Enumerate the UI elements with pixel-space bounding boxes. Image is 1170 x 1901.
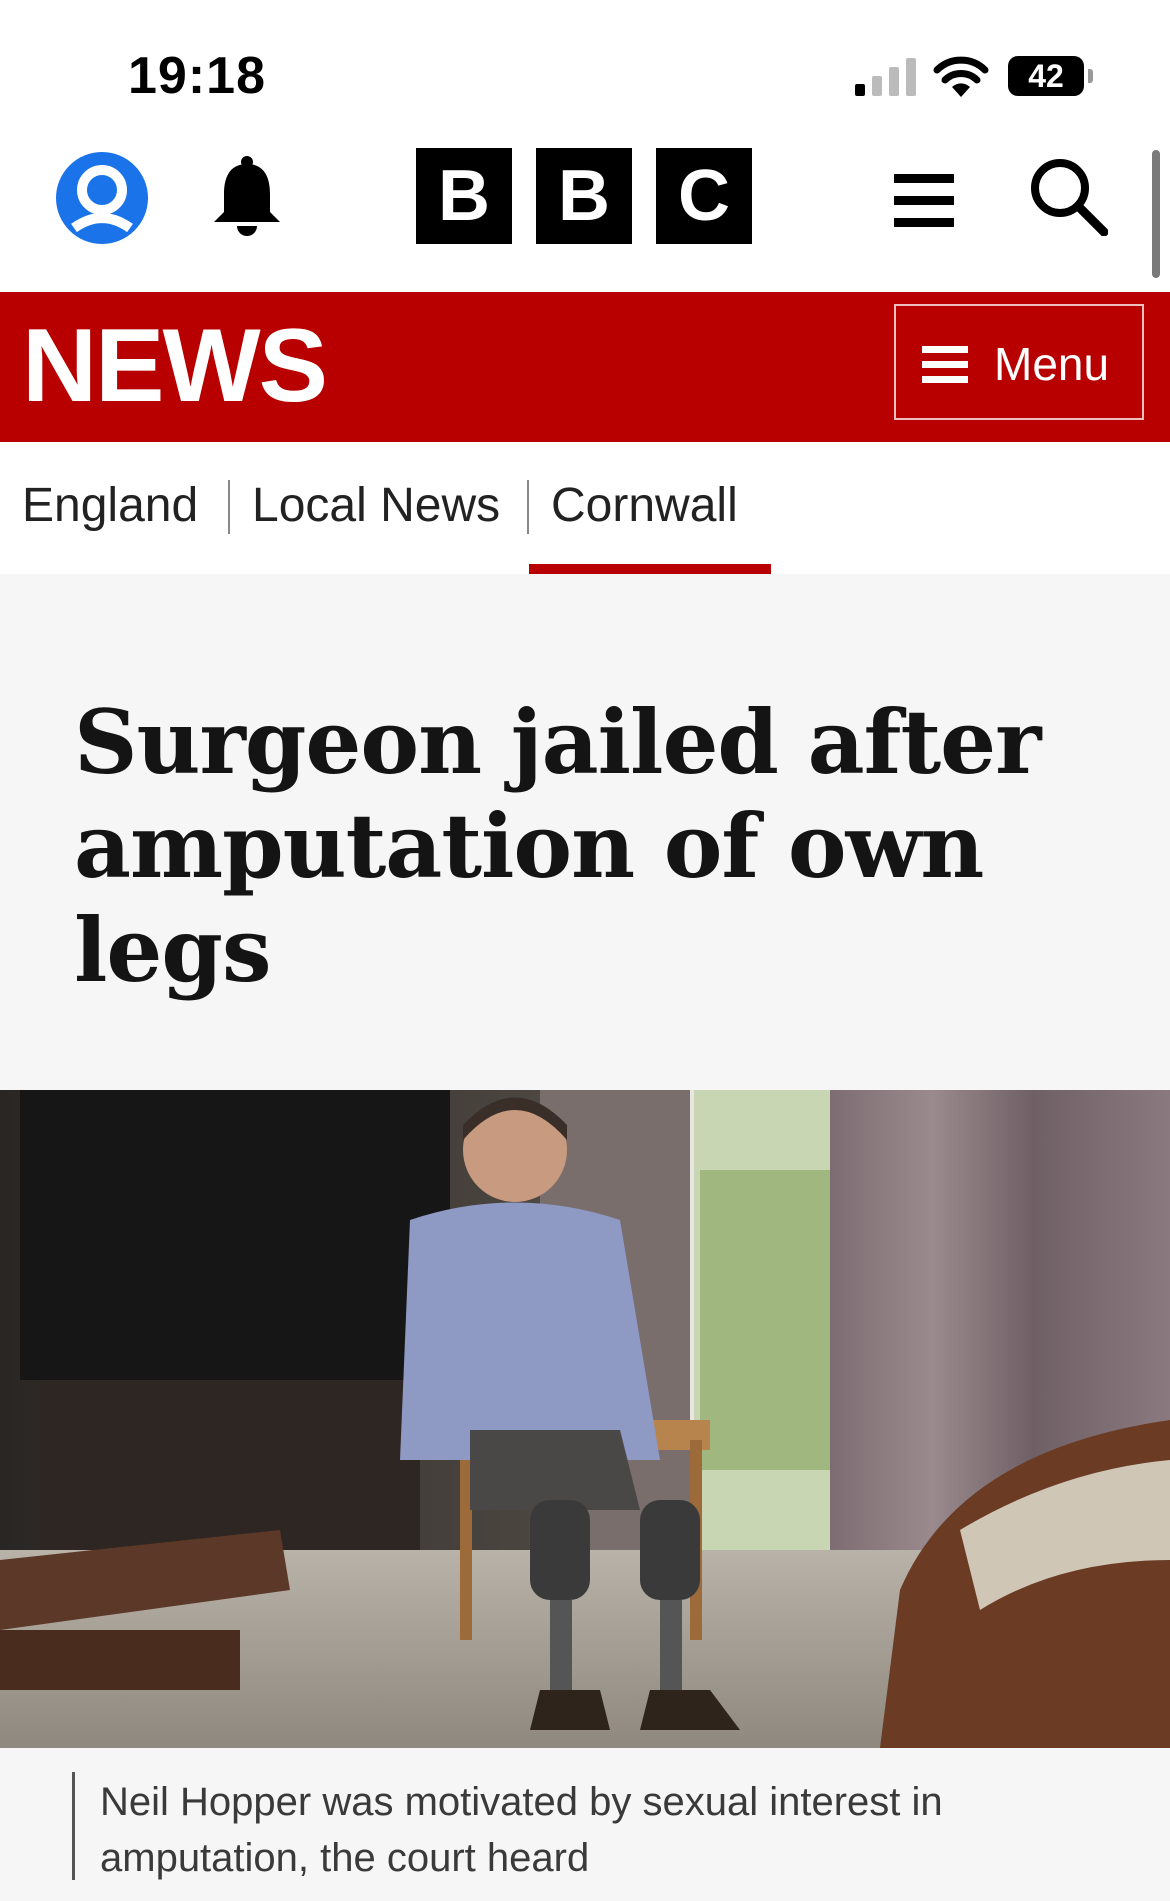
- status-bar: 19:18 42: [0, 0, 1170, 130]
- article-photo: [0, 1090, 1170, 1748]
- breadcrumb-item-cornwall[interactable]: Cornwall: [551, 476, 738, 536]
- article-hero-image: [0, 1090, 1170, 1748]
- news-title[interactable]: NEWS: [22, 314, 328, 418]
- wifi-icon: [933, 56, 989, 97]
- status-time: 19:18: [128, 47, 266, 105]
- bbc-logo[interactable]: B B C: [416, 148, 752, 244]
- breadcrumb-divider: [527, 480, 529, 534]
- cellular-signal-icon: [855, 58, 916, 96]
- active-tab-indicator: [529, 564, 771, 574]
- bbc-logo-letter: B: [536, 148, 632, 244]
- image-caption: Neil Hopper was motivated by sexual inte…: [100, 1780, 943, 1880]
- bbc-logo-letter: B: [416, 148, 512, 244]
- breadcrumb: England Local News Cornwall: [0, 442, 1170, 574]
- caption-rule: [72, 1772, 75, 1880]
- news-header: NEWS Menu: [0, 292, 1170, 442]
- search-icon[interactable]: [1028, 156, 1108, 236]
- breadcrumb-divider: [228, 480, 230, 534]
- scrollbar[interactable]: [1152, 150, 1160, 278]
- menu-label: Menu: [994, 338, 1110, 390]
- menu-button[interactable]: Menu: [894, 304, 1144, 420]
- bbc-top-bar: B B C: [0, 130, 1170, 292]
- hamburger-icon[interactable]: [892, 172, 956, 230]
- breadcrumb-item-england[interactable]: England: [22, 476, 198, 536]
- battery-icon: 42: [1008, 56, 1093, 98]
- bell-icon[interactable]: [204, 154, 290, 240]
- account-icon[interactable]: [56, 152, 148, 244]
- battery-level: 42: [1028, 58, 1064, 94]
- hamburger-icon: [922, 346, 968, 383]
- bbc-logo-letter: C: [656, 148, 752, 244]
- image-caption-section: Neil Hopper was motivated by sexual inte…: [0, 1748, 1170, 1901]
- headline-section: Surgeon jailed after amputation of own l…: [0, 574, 1170, 1090]
- breadcrumb-item-local-news[interactable]: Local News: [252, 476, 500, 536]
- article-headline: Surgeon jailed after amputation of own l…: [74, 690, 1041, 1002]
